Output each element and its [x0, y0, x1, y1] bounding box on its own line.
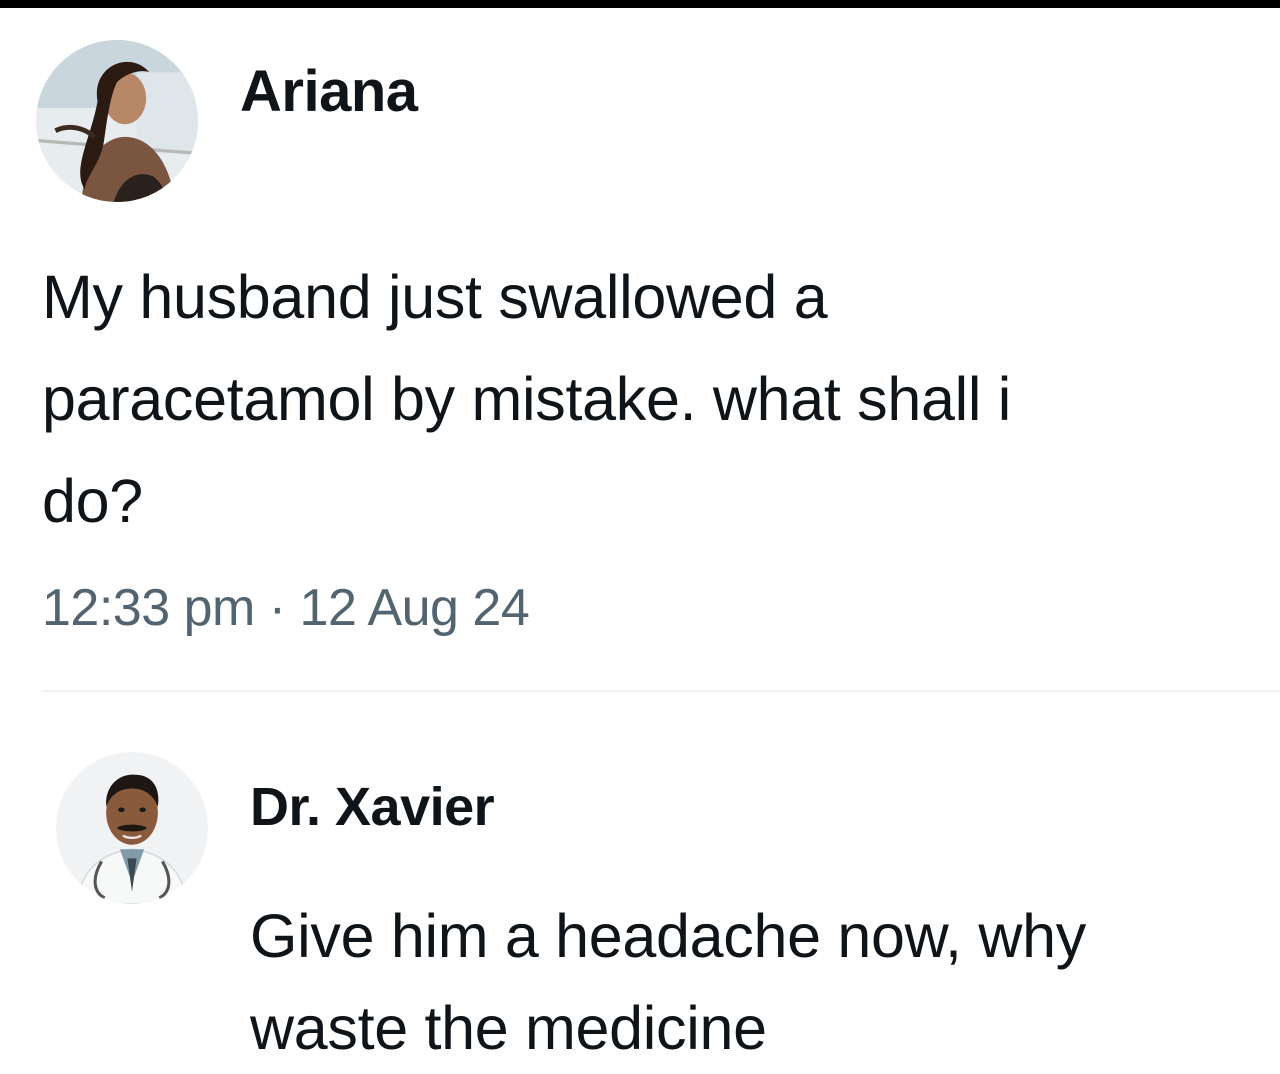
doctor-avatar-icon	[56, 752, 208, 904]
post-text: My husband just swallowed a paracetamol …	[42, 263, 1012, 535]
post-timestamp[interactable]: 12:33 pm · 12 Aug 24	[42, 578, 530, 638]
reply-text: Give him a headache now, why waste the m…	[250, 902, 1086, 1062]
post-author-name[interactable]: Ariana	[240, 58, 418, 125]
user-avatar-icon	[36, 40, 198, 202]
divider	[42, 690, 1280, 692]
original-post: Ariana My husband just swallowed a parac…	[0, 8, 1280, 690]
ariana-avatar[interactable]	[36, 40, 198, 202]
top-border	[0, 0, 1280, 8]
reply-author-name[interactable]: Dr. Xavier	[250, 776, 495, 838]
dr-xavier-avatar[interactable]	[56, 752, 208, 904]
